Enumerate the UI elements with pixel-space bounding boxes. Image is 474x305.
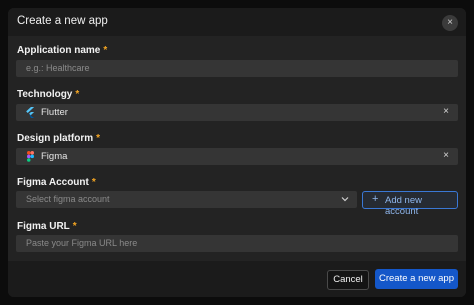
figma-url-input[interactable]: Paste your Figma URL here [16, 235, 458, 252]
dialog-header: Create a new app × [8, 8, 466, 36]
figma-icon [27, 151, 34, 162]
dialog-title: Create a new app [17, 15, 108, 27]
close-button[interactable]: × [442, 15, 458, 31]
design-platform-label: Design platform * [17, 133, 100, 144]
required-mark: * [75, 89, 80, 100]
plus-icon: + [372, 193, 379, 205]
dialog-footer: Cancel Create a new app [8, 261, 466, 297]
required-mark: * [91, 177, 96, 188]
create-app-button[interactable]: Create a new app [375, 269, 458, 289]
figma-url-label-text: Figma URL [17, 221, 70, 232]
technology-label: Technology * [17, 89, 79, 100]
figma-account-select[interactable]: Select figma account [16, 191, 357, 208]
design-platform-value: Figma [41, 151, 68, 162]
add-new-account-button[interactable]: + Add new account [362, 191, 458, 217]
create-app-dialog: Create a new app × Application name * e.g… [8, 8, 466, 297]
required-mark: * [103, 45, 108, 56]
technology-label-text: Technology [17, 89, 73, 100]
figma-account-label-text: Figma Account [17, 177, 89, 188]
flutter-icon [26, 107, 35, 118]
clear-design-platform-button[interactable]: × [443, 150, 449, 161]
technology-value: Flutter [41, 107, 68, 118]
app-name-input[interactable]: e.g.: Healthcare [16, 60, 458, 77]
figma-url-placeholder: Paste your Figma URL here [26, 238, 138, 248]
clear-technology-button[interactable]: × [443, 106, 449, 117]
required-mark: * [72, 221, 77, 232]
app-name-label: Application name * [17, 45, 107, 56]
app-name-label-text: Application name [17, 45, 101, 56]
add-new-account-label: Add new account [385, 195, 422, 217]
design-platform-label-text: Design platform [17, 133, 94, 144]
required-mark: * [96, 133, 101, 144]
chevron-down-icon [341, 197, 349, 202]
design-platform-select[interactable]: Figma × [16, 148, 458, 165]
app-name-placeholder: e.g.: Healthcare [26, 63, 90, 73]
figma-account-label: Figma Account * [17, 177, 96, 188]
figma-url-label: Figma URL * [17, 221, 77, 232]
figma-account-placeholder: Select figma account [26, 194, 110, 204]
technology-select[interactable]: Flutter × [16, 104, 458, 121]
cancel-button[interactable]: Cancel [327, 270, 369, 290]
